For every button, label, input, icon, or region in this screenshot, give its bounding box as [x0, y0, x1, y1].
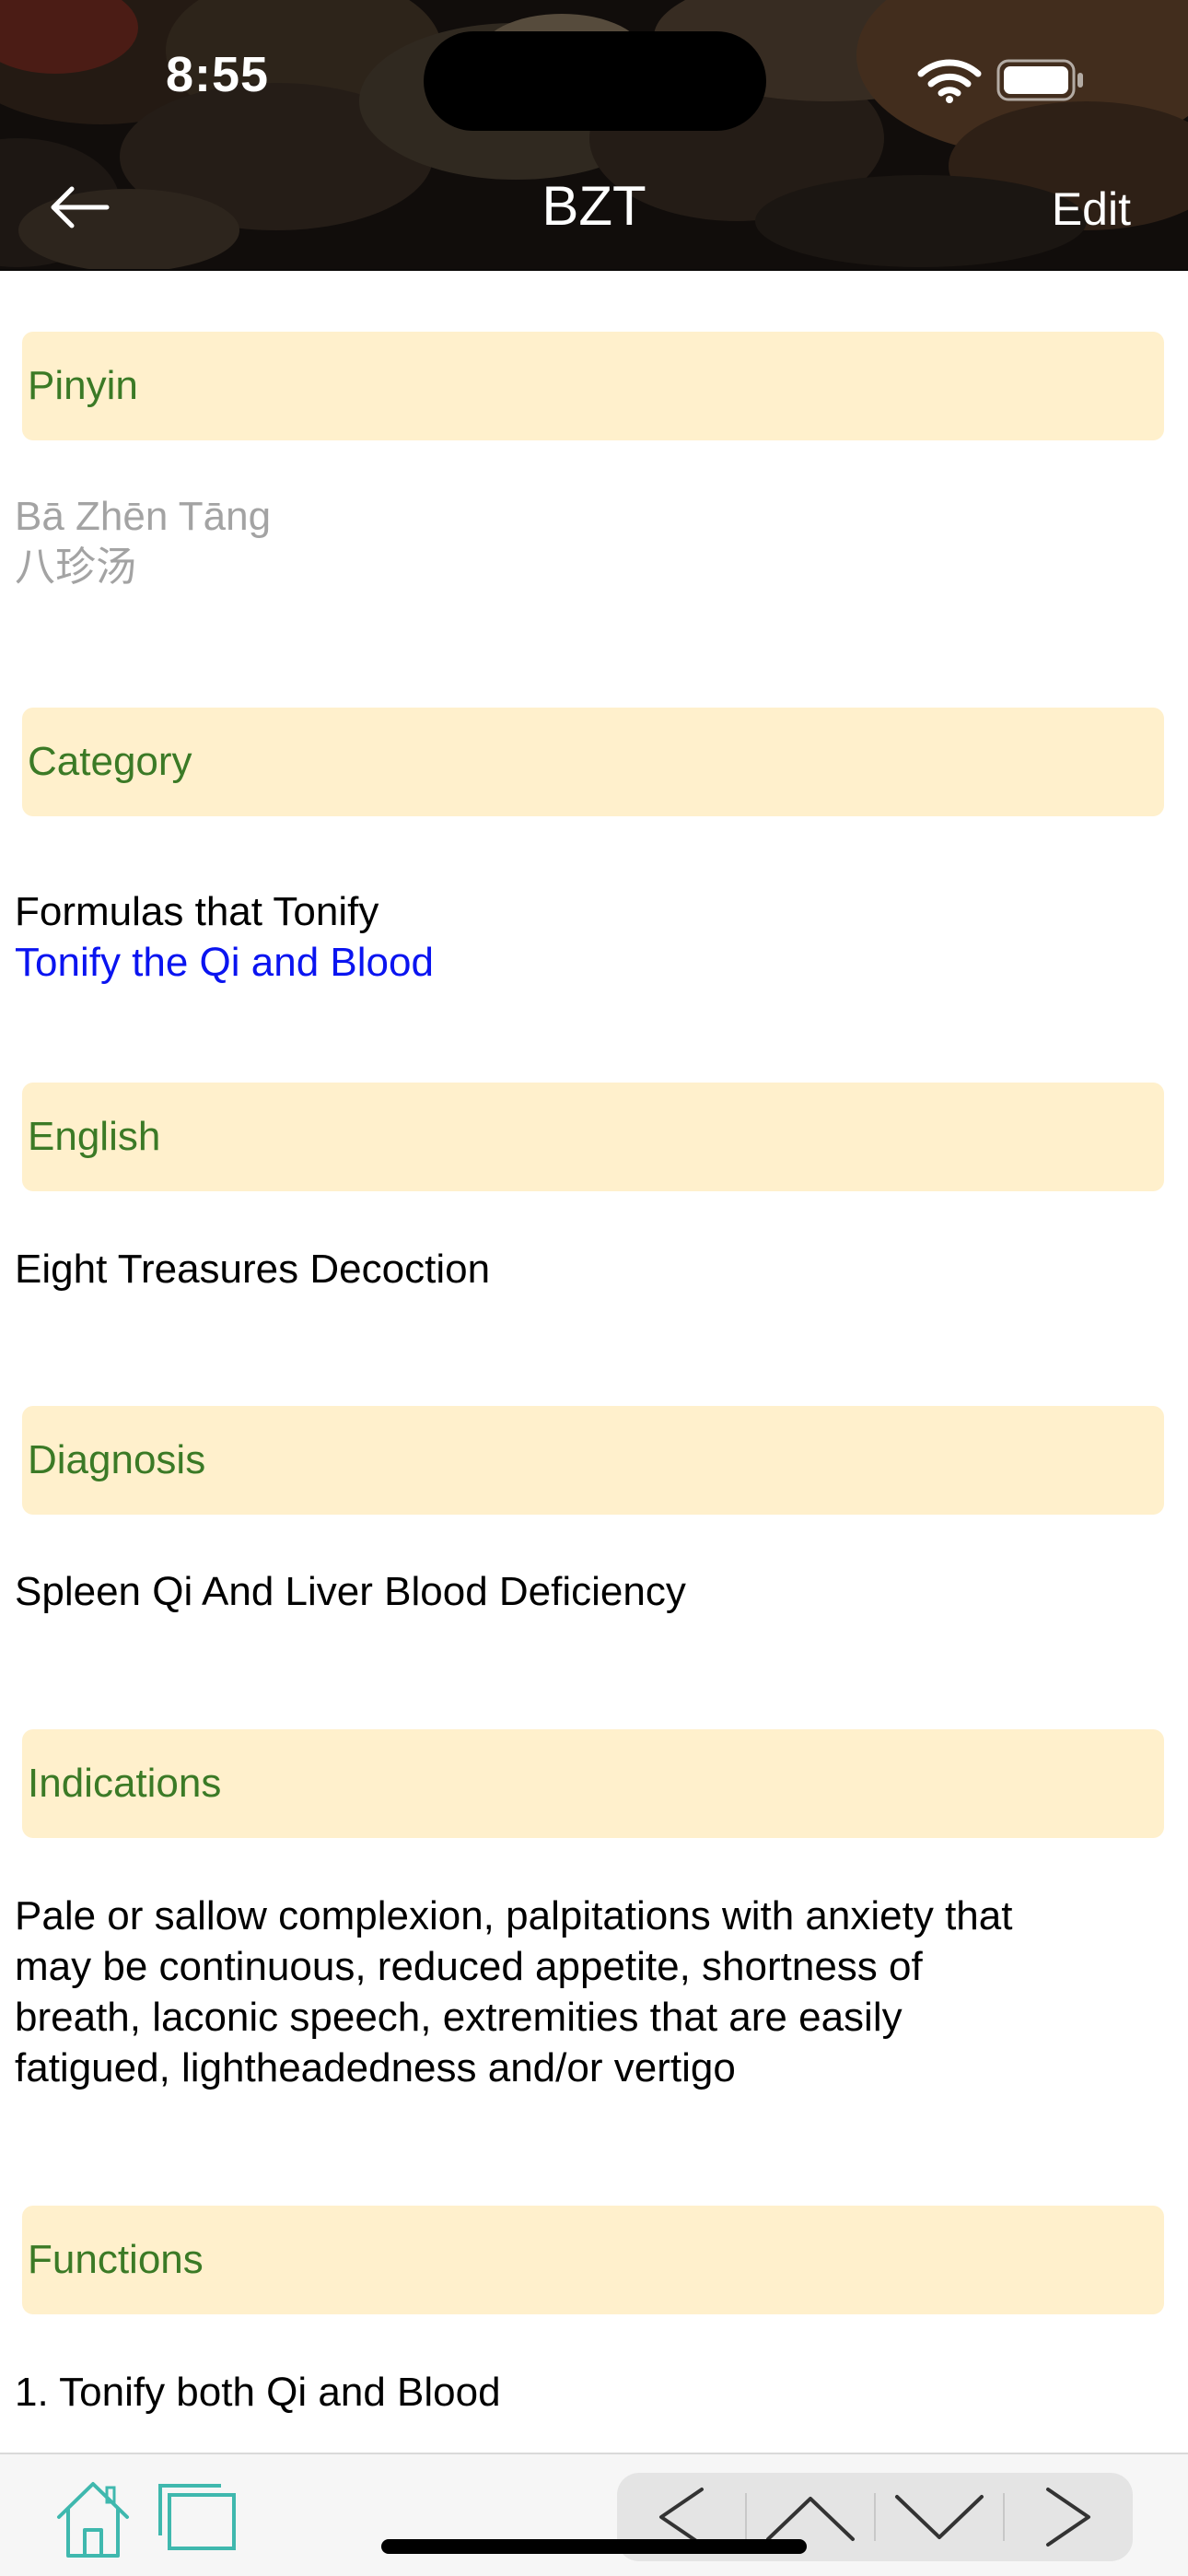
home-button[interactable] — [53, 2478, 133, 2564]
battery-icon — [996, 59, 1083, 101]
pinyin-romanized: Bā Zhēn Tāng — [15, 494, 272, 539]
dynamic-island — [424, 31, 766, 131]
english-section-label: English — [28, 1114, 161, 1159]
formula-detail-screen: 8:55 BZT Edit Pinyin Bā Zhēn Tāng 八珍汤 Ca — [0, 0, 1188, 2576]
bottom-toolbar — [0, 2453, 1188, 2576]
indications-content: Pale or sallow complexion, palpitations … — [15, 1891, 1147, 2093]
diagnosis-content: Spleen Qi And Liver Blood Deficiency — [15, 1566, 1147, 1617]
indications-line: may be continuous, reduced appetite, sho… — [15, 1944, 923, 1989]
diagnosis-section-label: Diagnosis — [28, 1437, 206, 1482]
indications-line: breath, laconic speech, extremities that… — [15, 1995, 903, 2040]
scroll-down-button[interactable] — [875, 2473, 1004, 2561]
chevron-down-icon — [895, 2495, 984, 2539]
back-button[interactable] — [44, 175, 118, 240]
category-section-label: Category — [28, 739, 192, 784]
category-primary: Formulas that Tonify — [15, 889, 379, 934]
home-indicator — [381, 2539, 807, 2554]
english-section-header: English — [22, 1083, 1164, 1191]
pinyin-content: Bā Zhēn Tāng 八珍汤 — [15, 491, 1147, 592]
pinyin-chinese: 八珍汤 — [15, 544, 136, 590]
arrow-left-icon — [51, 186, 110, 228]
category-section-header: Category — [22, 708, 1164, 816]
next-button[interactable] — [1004, 2473, 1133, 2561]
indications-line: fatigued, lightheadedness and/or vertigo — [15, 2045, 736, 2090]
windows-button[interactable] — [157, 2482, 238, 2557]
pinyin-section-label: Pinyin — [28, 363, 138, 408]
indications-line: Pale or sallow complexion, palpitations … — [15, 1893, 1013, 1938]
page-title: BZT — [542, 175, 646, 237]
chevron-right-icon — [1046, 2488, 1090, 2547]
english-content: Eight Treasures Decoction — [15, 1244, 1147, 1294]
status-time: 8:55 — [166, 47, 270, 102]
indications-section-header: Indications — [22, 1729, 1164, 1838]
functions-section-header: Functions — [22, 2206, 1164, 2314]
diagnosis-section-header: Diagnosis — [22, 1406, 1164, 1515]
edit-button[interactable]: Edit — [1052, 181, 1131, 238]
windows-icon — [158, 2484, 236, 2550]
diagnosis-value: Spleen Qi And Liver Blood Deficiency — [15, 1569, 686, 1614]
functions-section-label: Functions — [28, 2237, 204, 2282]
indications-section-label: Indications — [28, 1761, 222, 1806]
english-name: Eight Treasures Decoction — [15, 1247, 491, 1292]
functions-item: 1. Tonify both Qi and Blood — [15, 2370, 501, 2415]
functions-content: 1. Tonify both Qi and Blood — [15, 2367, 1147, 2418]
home-icon — [57, 2482, 129, 2558]
category-subcategory-link[interactable]: Tonify the Qi and Blood — [15, 937, 1147, 988]
category-content: Formulas that Tonify Tonify the Qi and B… — [15, 886, 1147, 988]
pinyin-section-header: Pinyin — [22, 332, 1164, 440]
wifi-icon — [917, 59, 982, 103]
header: 8:55 BZT Edit — [0, 0, 1188, 271]
